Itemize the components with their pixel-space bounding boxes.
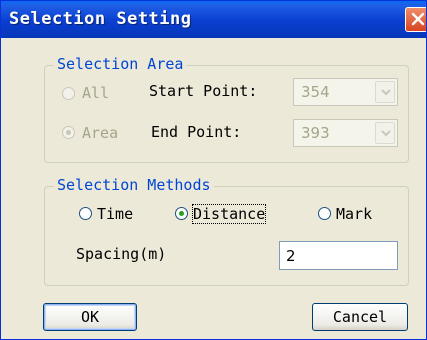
selection-methods-title: Selection Methods bbox=[54, 176, 214, 194]
distance-radio-dot bbox=[179, 211, 184, 216]
mark-radio[interactable] bbox=[318, 207, 331, 220]
ok-button[interactable]: OK bbox=[43, 303, 137, 331]
all-radio-label: All bbox=[82, 84, 110, 102]
end-point-value: 393 bbox=[301, 124, 330, 142]
chevron-down-icon bbox=[381, 89, 391, 96]
dialog-title: Selection Setting bbox=[9, 9, 192, 29]
spacing-field[interactable] bbox=[279, 241, 398, 270]
start-point-dropdown[interactable]: 354 bbox=[293, 78, 398, 106]
selection-setting-dialog: Selection Setting Selection Area All Sta… bbox=[0, 0, 427, 340]
time-radio[interactable] bbox=[79, 207, 92, 220]
selection-area-title: Selection Area bbox=[54, 55, 187, 73]
area-radio[interactable] bbox=[62, 126, 75, 139]
mark-radio-label: Mark bbox=[336, 205, 373, 223]
start-point-label: Start Point: bbox=[149, 82, 258, 100]
spacing-input[interactable] bbox=[280, 242, 397, 269]
chevron-down-icon bbox=[381, 130, 391, 137]
area-radio-label: Area bbox=[82, 124, 119, 142]
time-radio-label: Time bbox=[97, 205, 134, 223]
close-button[interactable] bbox=[405, 7, 426, 32]
distance-radio[interactable] bbox=[175, 207, 188, 220]
spacing-label: Spacing(m) bbox=[76, 245, 167, 263]
title-bar[interactable]: Selection Setting bbox=[1, 1, 426, 38]
end-point-label: End Point: bbox=[151, 123, 242, 141]
start-point-dropdown-button[interactable] bbox=[375, 81, 395, 103]
area-radio-dot bbox=[66, 130, 71, 135]
selection-methods-group bbox=[44, 186, 409, 286]
start-point-value: 354 bbox=[301, 83, 330, 101]
close-icon bbox=[411, 12, 425, 26]
end-point-dropdown-button[interactable] bbox=[375, 122, 395, 144]
all-radio[interactable] bbox=[62, 87, 75, 100]
distance-radio-label: Distance bbox=[191, 204, 267, 224]
cancel-button[interactable]: Cancel bbox=[312, 303, 408, 331]
end-point-dropdown[interactable]: 393 bbox=[293, 119, 398, 147]
